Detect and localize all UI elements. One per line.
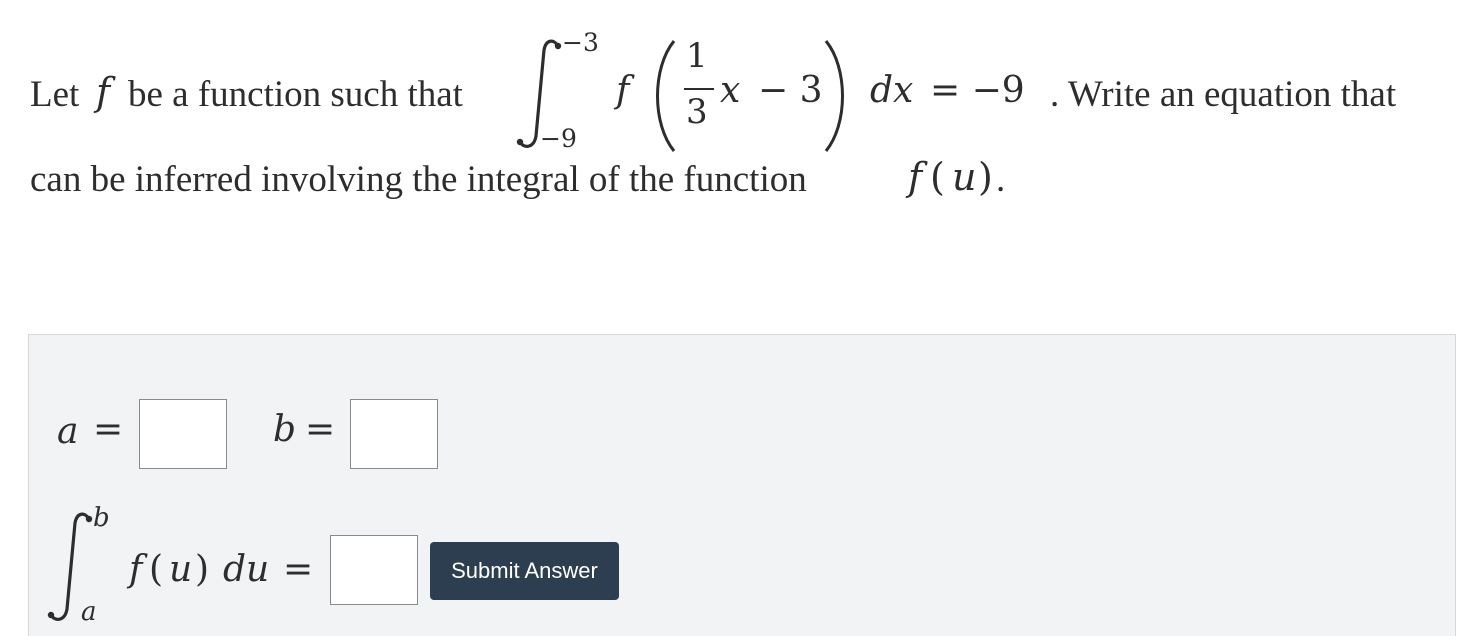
line2-period: . bbox=[996, 159, 1006, 200]
answer-integrand-u: u bbox=[169, 549, 193, 590]
input-integral-value[interactable] bbox=[330, 535, 418, 605]
answer-integral-upper: b bbox=[93, 503, 110, 533]
answer-close-paren: ) bbox=[195, 549, 210, 590]
equals-b: = bbox=[305, 409, 336, 450]
text-line2: can be inferred involving the integral o… bbox=[30, 159, 807, 200]
var-x: x bbox=[720, 70, 741, 111]
problem-statement: Let f be a function such that −3 −9 f 1 … bbox=[0, 0, 1470, 230]
line2-u: u bbox=[952, 155, 977, 199]
fraction-bar bbox=[684, 88, 714, 90]
dx: dx bbox=[870, 70, 914, 111]
answer-du: du bbox=[223, 549, 270, 590]
answer-equals: = bbox=[283, 549, 314, 590]
integral-lower-limit: −9 bbox=[540, 124, 577, 153]
integral-upper-limit: −3 bbox=[562, 28, 599, 57]
fraction-denominator: 3 bbox=[686, 92, 708, 132]
equals-value: = −9 bbox=[930, 70, 1025, 111]
input-b[interactable] bbox=[350, 399, 438, 469]
var-f: f bbox=[96, 70, 111, 114]
answer-integrand-f: f bbox=[129, 549, 143, 590]
line2-close-paren: ) bbox=[978, 155, 993, 199]
answer-panel: a = b = b a f ( u ) du = Submit Answer bbox=[28, 334, 1456, 636]
minus-three: − 3 bbox=[758, 70, 823, 111]
answer-open-paren: ( bbox=[149, 549, 164, 590]
text-let: Let bbox=[30, 74, 80, 115]
integrand-f: f bbox=[616, 70, 630, 111]
equals-a: = bbox=[93, 409, 124, 450]
label-b: b bbox=[273, 409, 297, 450]
text-write-equation: . Write an equation that bbox=[1050, 74, 1397, 115]
submit-answer-button[interactable]: Submit Answer bbox=[430, 542, 619, 600]
line2-f: f bbox=[908, 155, 923, 199]
input-a[interactable] bbox=[139, 399, 227, 469]
right-paren-icon bbox=[824, 40, 844, 152]
label-a: a bbox=[57, 411, 79, 452]
answer-integral-lower: a bbox=[81, 597, 97, 627]
left-paren-icon bbox=[656, 40, 676, 152]
text-be-a-function: be a function such that bbox=[128, 74, 463, 115]
fraction-numerator: 1 bbox=[686, 36, 708, 76]
line2-open-paren: ( bbox=[930, 155, 945, 199]
